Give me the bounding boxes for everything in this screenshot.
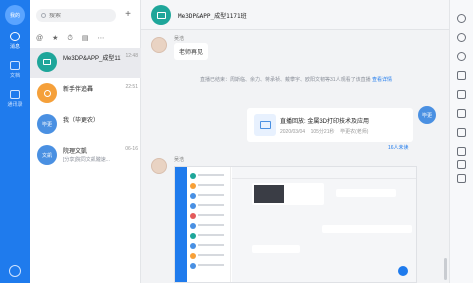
conversation-preview: [分享]院同文凱隴速... — [63, 157, 110, 163]
add-member-icon[interactable] — [457, 33, 467, 43]
live-replay-card[interactable]: 直播回放: 金属3D打印技术及应用 2020/03/04 105分21秒 毕更农… — [247, 108, 413, 142]
cube-icon[interactable] — [457, 174, 467, 184]
card-title: 直播回放: 金属3D打印技术及应用 — [280, 119, 370, 125]
conversation-name: 院理文凱 — [63, 149, 88, 155]
sender-name: 吴浩 — [174, 157, 185, 163]
classroom-icon — [156, 11, 166, 19]
search-box[interactable] — [36, 9, 116, 22]
conversation-time: 12:48 — [125, 53, 138, 59]
bot-avatar — [37, 83, 57, 103]
search-icon — [41, 13, 46, 18]
nav-item-messages[interactable]: 消息 — [0, 30, 30, 52]
chat-panel: Me3DP&APP_成型1171班 吴浩 老师再见 直播已结束：周斯临、余力、蒋… — [141, 0, 449, 283]
screenshot-chat — [232, 167, 416, 282]
nav-label-messages: 消息 — [9, 44, 20, 50]
list-filter-icon[interactable]: ▤ — [82, 33, 89, 45]
card-duration: 105分21秒 — [310, 129, 335, 135]
play-icon — [259, 121, 271, 129]
conversation-name: Me3DP&APP_成型1171班 — [63, 56, 121, 62]
conversation-name: 我（毕更农） — [63, 118, 100, 124]
smile-icon — [43, 89, 51, 97]
main-nav: 我的 消息 文档 通讯录 — [0, 0, 30, 283]
conversation-item[interactable]: 毕更 我（毕更农） — [30, 110, 141, 140]
group-avatar — [37, 52, 57, 72]
screenshot-nav — [175, 167, 187, 282]
conversation-time: 06-16 — [125, 146, 138, 152]
system-message-text: 直播已结束：周斯临、余力、蒋承祯、戴攀宇、欧阳文韧等31人观看了该直播 — [200, 77, 371, 83]
view-details-link[interactable]: 查看详情 — [372, 77, 392, 83]
book-icon[interactable] — [457, 147, 467, 157]
right-toolbar — [449, 0, 473, 283]
clock-filter-icon[interactable]: ⏱ — [67, 33, 72, 45]
card-host: 毕更农(老师) — [340, 129, 369, 135]
settings-icon[interactable] — [9, 265, 21, 277]
card-meta: 2020/03/04 105分21秒 毕更农(老师) — [280, 128, 368, 135]
megaphone-icon[interactable] — [457, 90, 467, 100]
schedule-icon[interactable] — [457, 128, 467, 138]
ding-icon[interactable] — [457, 71, 467, 81]
system-message: 直播已结束：周斯临、余力、蒋承祯、戴攀宇、欧阳文韧等31人观看了该直播 查看详情 — [181, 76, 411, 84]
clock-icon[interactable] — [457, 52, 467, 62]
card-date: 2020/03/04 — [280, 129, 306, 135]
document-icon — [10, 61, 20, 70]
app-window: 我的 消息 文档 通讯录 + @ ★ ⏱ ▤ ⋯ — [0, 0, 473, 283]
user-avatar: 毕更 — [37, 114, 57, 134]
sender-name: 吴浩 — [174, 36, 185, 42]
conversation-time: 22:51 — [125, 84, 138, 90]
nav-item-contacts[interactable]: 通讯录 — [0, 88, 30, 110]
search-input[interactable] — [49, 12, 109, 19]
group-avatar[interactable] — [151, 5, 171, 25]
sender-avatar[interactable] — [151, 158, 167, 174]
classroom-icon — [43, 59, 51, 65]
settings-icon[interactable] — [457, 14, 467, 24]
chat-header: Me3DP&APP_成型1171班 — [141, 0, 449, 30]
star-filter-icon[interactable]: ★ — [52, 33, 58, 45]
video-thumbnail — [254, 114, 276, 136]
scrollbar[interactable] — [444, 258, 447, 280]
conversation-item[interactable]: 新手伴追轟 22:51 — [30, 79, 141, 109]
nav-label-docs: 文档 — [9, 73, 20, 79]
my-avatar[interactable]: 我的 — [5, 5, 25, 25]
conversation-name: 新手伴追轟 — [63, 87, 94, 93]
conversation-list: + @ ★ ⏱ ▤ ⋯ Me3DP&APP_成型1171班 12:48 新手伴追… — [30, 0, 141, 283]
chat-bubble-icon — [10, 32, 20, 41]
chat-title: Me3DP&APP_成型1171班 — [178, 13, 247, 20]
mention-filter-icon[interactable]: @ — [36, 33, 43, 45]
more-filter-icon[interactable]: ⋯ — [97, 33, 104, 45]
add-button[interactable]: + — [122, 8, 134, 22]
message-bubble[interactable]: 老师再见 — [174, 43, 209, 60]
sender-avatar[interactable]: 毕更 — [418, 106, 436, 124]
calendar-icon[interactable] — [457, 160, 467, 170]
user-avatar: 文凱 — [37, 145, 57, 165]
conversation-item[interactable]: Me3DP&APP_成型1171班 12:48 — [30, 48, 141, 78]
nav-label-contacts: 通讯录 — [7, 102, 23, 108]
contacts-icon — [10, 90, 20, 99]
nav-item-docs[interactable]: 文档 — [0, 59, 30, 81]
filter-bar: @ ★ ⏱ ▤ ⋯ — [36, 33, 136, 45]
screenshot-image[interactable] — [174, 166, 417, 283]
sender-avatar[interactable] — [151, 37, 167, 53]
conversation-item[interactable]: 文凱 院理文凱 06-16 [分享]院同文凱隴速... — [30, 141, 141, 171]
play-icon[interactable] — [457, 109, 467, 119]
unread-count[interactable]: 16人未读 — [388, 144, 409, 151]
